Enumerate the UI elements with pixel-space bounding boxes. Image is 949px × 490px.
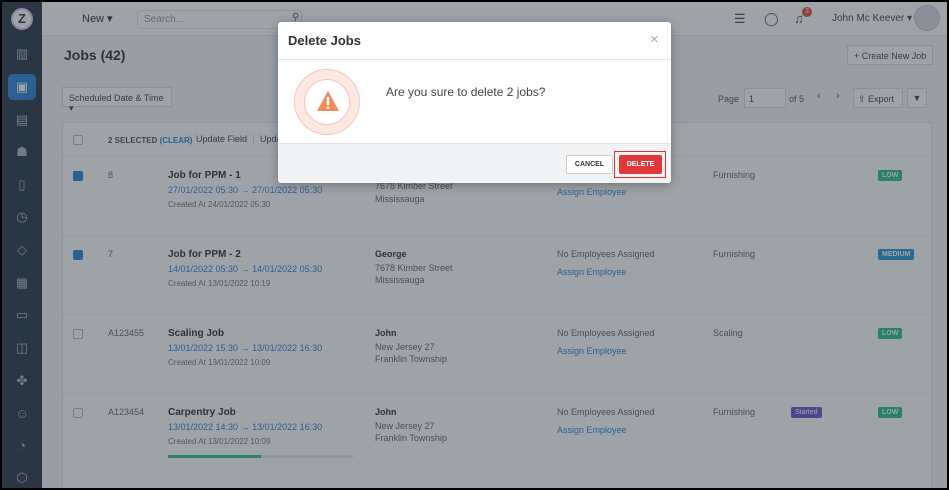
delete-button[interactable]: DELETE (619, 155, 662, 174)
close-icon[interactable]: × (650, 31, 659, 48)
dialog-message: Are you sure to delete 2 jobs? (386, 85, 546, 99)
cancel-button[interactable]: CANCEL (566, 155, 613, 174)
app-frame: Z ▥ ▣ ▤ ☗ ▯ ◷ ◇ ▦ ▭ ◫ ✤ ☺ ◔ ⬡ New ▾ Sear… (2, 2, 947, 488)
delete-jobs-dialog: Delete Jobs × Are you sure to delete 2 j… (278, 22, 671, 183)
warning-icon (317, 91, 339, 111)
warning-icon-ring (294, 69, 360, 135)
dialog-footer: CANCEL DELETE (278, 143, 671, 183)
warning-icon-circle (304, 79, 350, 125)
dialog-title: Delete Jobs (288, 33, 361, 48)
delete-button-highlight: DELETE (614, 151, 666, 178)
dialog-divider (278, 59, 671, 60)
